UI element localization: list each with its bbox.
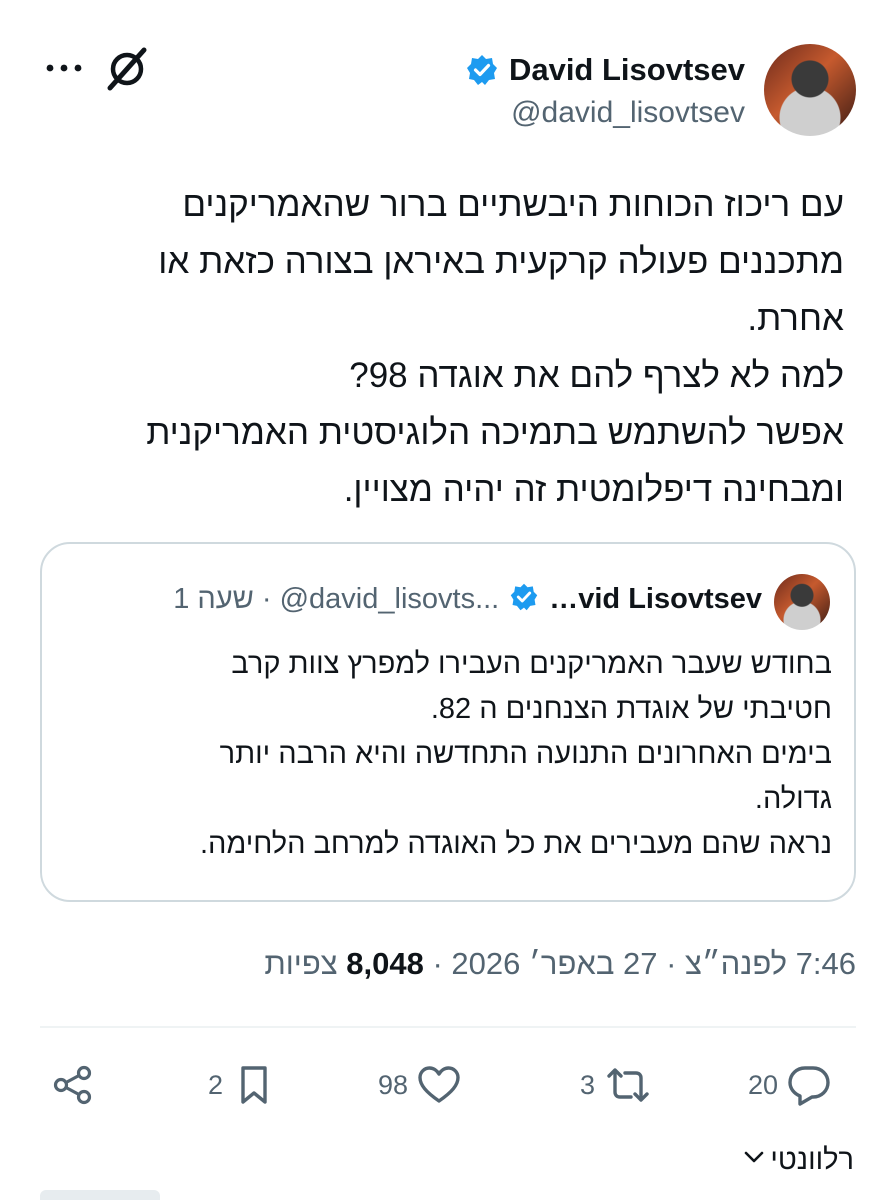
quote-meta: 1 שעה · @david_lisovts...: [173, 583, 500, 615]
chevron-down-icon: [742, 1144, 766, 1177]
repost-button[interactable]: 3: [580, 1062, 653, 1108]
reply-count: 20: [748, 1069, 779, 1100]
author-name-row[interactable]: David Lisovtsev: [440, 50, 745, 90]
tweet-body-line: למה לא לצרף להם את אוגדה 98?: [349, 356, 844, 395]
tweet-body-line: עם ריכוז הכוחות היבשתיים ברור שהאמריקנים: [182, 185, 844, 224]
like-count: 98: [378, 1069, 409, 1100]
quote-body-line: בחודש שעבר האמריקנים העבירו למפרץ צוות ק…: [231, 648, 832, 680]
sort-relevant-dropdown[interactable]: רלוונטי: [742, 1144, 854, 1177]
more-icon[interactable]: [44, 48, 84, 88]
next-tweet-peek: [40, 1190, 160, 1200]
bookmark-count: 2: [208, 1069, 224, 1100]
bookmark-icon: [231, 1062, 277, 1108]
bookmark-button[interactable]: 2: [208, 1062, 277, 1108]
author-name: David Lisovtsev: [508, 52, 745, 87]
tweet-body-line: מתכננים פעולה קרקעית באיראן בצורה כזאת א…: [158, 242, 844, 281]
quote-body-line: בימים האחרונים התנועה התחדשה והיא הרבה י…: [219, 738, 832, 770]
tweet-body-line: אפשר להשתמש בתמיכה הלוגיסטית האמריקנית: [146, 413, 844, 452]
grok-icon[interactable]: [104, 46, 150, 92]
like-icon: [416, 1062, 462, 1108]
repost-icon: [603, 1062, 653, 1108]
tweet-body: עם ריכוז הכוחות היבשתיים ברור שהאמריקנים…: [40, 176, 844, 518]
quote-header: 1 שעה · @david_lisovts... …vid Lisovtsev: [173, 582, 762, 617]
quote-author-name: …vid Lisovtsev: [549, 583, 762, 615]
share-button[interactable]: [50, 1062, 96, 1108]
avatar[interactable]: [764, 44, 856, 136]
repost-count: 3: [580, 1069, 596, 1100]
quoted-tweet[interactable]: 1 שעה · @david_lisovts... …vid Lisovtsev…: [40, 542, 856, 902]
views-label: צפיות: [264, 946, 347, 981]
reply-icon: [786, 1062, 832, 1108]
tweet-meta: 7:46 לפנה״צ · 27 באפר׳ 2026 · 8,048 צפיו…: [264, 946, 856, 982]
quote-body-line: גדולה.: [754, 783, 832, 815]
quote-avatar: [774, 574, 830, 630]
tweet-body-line: אחרת.: [747, 299, 844, 338]
quote-body-line: נראה שהם מעבירים את כל האוגדה למרחב הלחי…: [199, 828, 832, 860]
divider: [40, 1026, 856, 1028]
verified-icon: [509, 582, 539, 617]
author-handle[interactable]: @david_lisovtsev: [440, 96, 745, 130]
sort-label: רלוונטי: [770, 1144, 854, 1176]
quote-body: בחודש שעבר האמריקנים העבירו למפרץ צוות ק…: [72, 642, 832, 867]
reply-button[interactable]: 20: [748, 1062, 832, 1108]
timestamp[interactable]: 7:46 לפנה״צ · 27 באפר׳ 2026 ·: [424, 946, 856, 981]
verified-icon: [465, 53, 499, 87]
quote-body-line: חטיבתי של אוגדת הצנחנים ה 82.: [430, 693, 832, 725]
tweet-body-line: ומבחינה דיפלומטית זה יהיה מצויין.: [343, 470, 844, 509]
like-button[interactable]: 98: [378, 1062, 462, 1108]
views-count: 8,048: [346, 946, 424, 981]
share-icon: [50, 1062, 96, 1108]
